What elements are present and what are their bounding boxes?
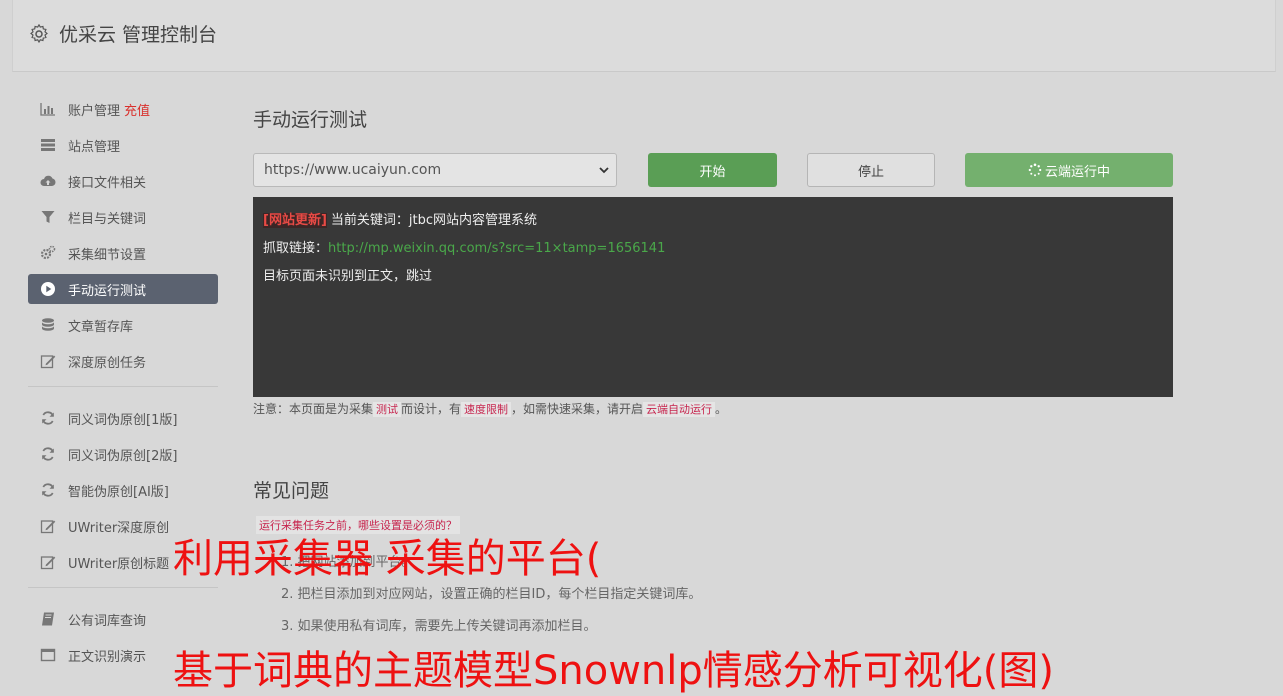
overlay-caption-line1: 利用采集器 采集的平台( [173, 536, 602, 582]
log-result: 目标页面未识别到正文，跳过 [263, 269, 433, 284]
sidebar-item-label: 接口文件相关 [68, 175, 147, 191]
refresh-icon [42, 411, 54, 425]
faq-step: 2. 把栏目添加到对应网站，设置正确的栏目ID，每个栏目指定关键词库。 [281, 587, 702, 602]
overlay-caption-line2: 基于词典的主题模型Snownlp情感分析可视化(图) [173, 648, 1054, 694]
stop-button[interactable]: 停止 [807, 153, 935, 187]
cloud-upload-icon [40, 175, 56, 186]
notice-part: 而设计，有 [401, 402, 462, 416]
log-keyword-label: 当前关键词： [330, 213, 409, 228]
sidebar-item-interface-files[interactable]: 接口文件相关 [28, 166, 218, 196]
start-button[interactable]: 开始 [648, 153, 777, 187]
sidebar-item-public-dictionary[interactable]: 公有词库查询 [28, 604, 218, 634]
sidebar: 账户管理 充值 站点管理 接口文件相关 栏目与关键词 采集细节设置 手动运行测试… [28, 94, 218, 676]
sidebar-item-label: 正文识别演示 [68, 649, 147, 665]
faq-step: 3. 如果使用私有词库，需要先上传关键词再添加栏目。 [281, 619, 597, 634]
notice-text: 注意：本页面是为采集 测试 而设计，有 速度限制 ，如需快速采集，请开启 云端自动运行。 [253, 400, 727, 417]
sidebar-item-label: 采集细节设置 [68, 247, 147, 263]
refresh-icon [42, 483, 54, 497]
edit-icon [40, 520, 56, 534]
sidebar-item-label: 同义词伪原创[1版] [68, 412, 178, 428]
cloud-run-button[interactable]: 云端运行中 [965, 153, 1173, 187]
sidebar-item-label: UWriter原创标题 [68, 556, 170, 572]
notice-code: 速度限制 [461, 402, 512, 417]
sidebar-item-manual-run[interactable]: 手动运行测试 [28, 274, 218, 304]
sidebar-item-label: 文章暂存库 [68, 319, 134, 335]
sidebar-item-label: 公有词库查询 [68, 613, 147, 629]
sidebar-divider [28, 587, 218, 588]
notice-part: 。 [715, 402, 728, 416]
page-title: 优采云 管理控制台 [59, 24, 218, 46]
sidebar-item-sites[interactable]: 站点管理 [28, 130, 218, 160]
spinner-icon [1028, 163, 1042, 177]
sidebar-divider [28, 386, 218, 387]
sidebar-item-collect-settings[interactable]: 采集细节设置 [28, 238, 218, 268]
sidebar-item-account[interactable]: 账户管理 充值 [28, 94, 218, 124]
database-icon [42, 318, 54, 331]
top-bar: 优采云 管理控制台 [12, 0, 1276, 72]
log-line: 抓取链接：http://mp.weixin.qq.com/s?src=11×ta… [263, 239, 1163, 267]
sidebar-item-deep-original[interactable]: 深度原创任务 [28, 346, 218, 376]
sidebar-item-synonym-v1[interactable]: 同义词伪原创[1版] [28, 403, 218, 433]
cogs-icon [40, 245, 56, 260]
log-link-label: 抓取链接： [263, 241, 329, 256]
edit-icon [40, 556, 56, 570]
section-title-faq: 常见问题 [253, 480, 330, 502]
log-console: [网站更新] 当前关键词：jtbc网站内容管理系统 抓取链接：http://mp.… [253, 197, 1173, 397]
filter-icon [41, 211, 55, 223]
site-url-select[interactable]: https://www.ucaiyun.com [253, 153, 617, 187]
server-icon [41, 139, 55, 151]
sidebar-item-label: 手动运行测试 [68, 283, 147, 299]
refresh-icon [42, 447, 54, 461]
section-title-manual-run: 手动运行测试 [253, 109, 368, 131]
notice-code: 云端自动运行 [643, 402, 716, 417]
log-line: [网站更新] 当前关键词：jtbc网站内容管理系统 [263, 211, 1163, 239]
sidebar-item-label: UWriter深度原创 [68, 520, 170, 536]
sidebar-item-label: 深度原创任务 [68, 355, 147, 371]
log-tag: [网站更新] [263, 213, 327, 228]
site-url-value: https://www.ucaiyun.com [264, 162, 442, 178]
log-link[interactable]: http://mp.weixin.qq.com/s?src=11×tamp=16… [328, 241, 665, 256]
notice-part: ，如需快速采集，请开启 [511, 402, 644, 416]
notice-code: 测试 [373, 402, 402, 417]
edit-icon [40, 355, 56, 369]
brand: 优采云 管理控制台 [29, 20, 217, 47]
cloud-run-label: 云端运行中 [1044, 164, 1110, 180]
sidebar-item-columns-keywords[interactable]: 栏目与关键词 [28, 202, 218, 232]
sidebar-item-label: 账户管理 [68, 103, 121, 119]
sidebar-item-article-store[interactable]: 文章暂存库 [28, 310, 218, 340]
bar-chart-icon [40, 103, 55, 116]
play-circle-icon [41, 282, 55, 296]
sidebar-item-ai-original[interactable]: 智能伪原创[AI版] [28, 475, 218, 505]
sidebar-item-label: 智能伪原创[AI版] [68, 484, 169, 500]
sidebar-item-label: 栏目与关键词 [68, 211, 147, 227]
sidebar-item-synonym-v2[interactable]: 同义词伪原创[2版] [28, 439, 218, 469]
recharge-link[interactable]: 充值 [124, 100, 150, 119]
gear-icon [30, 23, 48, 43]
chevron-down-icon [599, 167, 609, 174]
log-line: 目标页面未识别到正文，跳过 [263, 267, 1163, 295]
log-keyword: jtbc网站内容管理系统 [408, 213, 538, 228]
sidebar-item-label: 同义词伪原创[2版] [68, 448, 178, 464]
notice-part: 注意：本页面是为采集 [253, 402, 374, 416]
book-icon [42, 612, 54, 626]
sidebar-item-label: 站点管理 [68, 139, 121, 155]
